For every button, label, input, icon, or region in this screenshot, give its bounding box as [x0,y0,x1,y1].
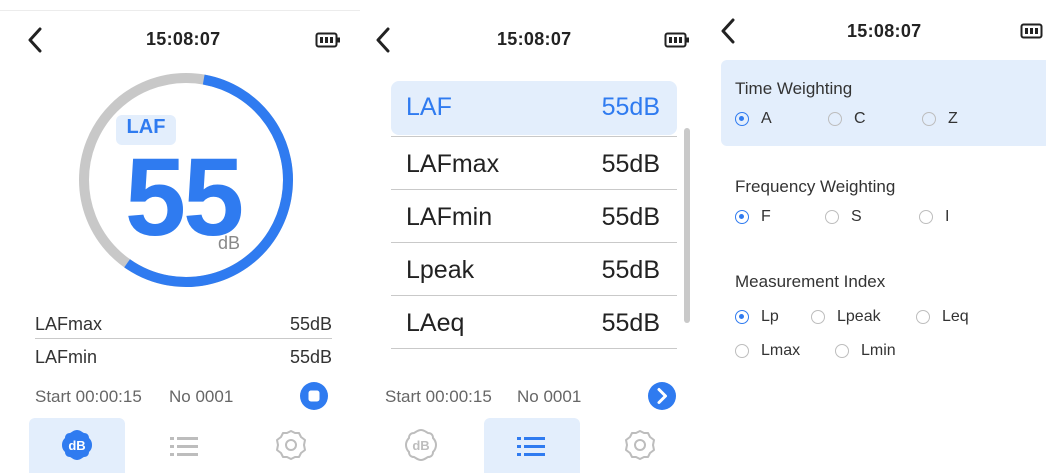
radio-i[interactable]: I [919,208,949,226]
radio-circle [916,310,930,324]
list-item-lafmax[interactable]: LAFmax 55dB [406,150,660,179]
record-number: No 0001 [169,387,234,406]
stat-label: LAFmin [35,347,98,367]
radio-lp[interactable]: Lp [735,308,779,326]
radio-lpeak[interactable]: Lpeak [811,308,881,326]
back-icon[interactable] [719,18,737,44]
stop-icon[interactable] [299,381,329,411]
chevron-right-icon[interactable] [647,381,677,411]
list-item-lpeak[interactable]: Lpeak 55dB [406,256,660,285]
radio-circle [735,112,749,126]
measurement-index-title: Measurement Index [735,272,886,291]
list-icon[interactable] [514,430,548,464]
svg-text:dB: dB [412,438,429,453]
start-time: Start 00:00:15 [35,387,142,406]
row-divider [391,189,677,190]
radio-circle [828,112,842,126]
top-divider [0,10,360,11]
radio-circle [811,310,825,324]
stat-label: LAFmax [35,314,103,334]
selected-section-bg [721,60,1046,146]
radio-circle [735,210,749,224]
radio-label: S [851,208,862,225]
stat-value: 55dB [289,347,332,367]
row-divider [391,295,677,296]
back-icon[interactable] [374,27,392,53]
list-item-value: 55dB [601,150,660,178]
radio-label: A [761,110,772,127]
radio-label: Lpeak [837,308,881,325]
radio-a[interactable]: A [735,110,772,128]
list-item-value: 55dB [601,203,660,231]
battery-icon [1020,23,1043,39]
radio-circle [835,344,849,358]
radio-leq[interactable]: Leq [916,308,969,326]
radio-z[interactable]: Z [922,110,958,128]
list-item-label: LAeq [406,309,465,337]
list-icon[interactable] [167,430,201,464]
radio-f[interactable]: F [735,208,771,226]
radio-lmin[interactable]: Lmin [835,342,896,360]
list-item-value: 55dB [601,309,660,337]
radio-label: Leq [942,308,969,325]
frequency-weighting-title: Frequency Weighting [735,177,896,196]
gear-icon[interactable] [274,428,308,462]
battery-icon [315,32,340,48]
clock-time: 15:08:07 [497,29,572,49]
radio-circle [825,210,839,224]
radio-circle [922,112,936,126]
back-icon[interactable] [26,27,44,53]
list-item-label: LAFmax [406,150,500,178]
radio-label: Lmax [761,342,801,359]
battery-icon [664,32,689,48]
list-item-label: LAF [406,93,452,121]
radio-label: Lp [761,308,779,325]
record-number: No 0001 [517,387,582,406]
row-divider [391,136,677,137]
radio-s[interactable]: S [825,208,862,226]
list-item-lafmin[interactable]: LAFmin 55dB [406,203,660,232]
row-divider [35,338,332,339]
radio-label: I [945,208,950,225]
row-divider [391,242,677,243]
list-item-laeq[interactable]: LAeq 55dB [406,309,660,338]
radio-circle [919,210,933,224]
radio-label: C [854,110,866,127]
stat-row-max: LAFmax 55dB [35,314,332,335]
list-item-value: 55dB [601,93,660,121]
clock-time: 15:08:07 [146,29,221,49]
gear-icon[interactable] [623,428,657,462]
row-divider [391,348,677,349]
radio-circle [735,344,749,358]
start-time: Start 00:00:15 [385,387,492,406]
radio-label: Lmin [861,342,896,359]
level-unit: dB [218,233,241,253]
clock-time: 15:08:07 [847,21,922,41]
list-item-value: 55dB [601,256,660,284]
stat-value: 55dB [289,314,332,334]
radio-c[interactable]: C [828,110,866,128]
list-item-label: Lpeak [406,256,475,284]
meter-screen: 15:08:07 LAF 55 dB LAFmax 55dB LAFmin 55… [0,0,360,473]
stat-row-min: LAFmin 55dB [35,347,332,368]
list-screen: 15:08:07 LAF 55dB LAFmax 55dB LAFmin 55d… [362,0,707,473]
time-weighting-title: Time Weighting [735,79,853,98]
db-icon[interactable]: dB [60,428,94,462]
radio-lmax[interactable]: Lmax [735,342,800,360]
list-item-laf[interactable]: LAF 55dB [406,93,660,122]
scrollbar[interactable] [684,128,690,323]
settings-screen: 15:08:07 Time Weighting A C Z Frequency … [707,0,1046,473]
radio-circle [735,310,749,324]
svg-text:dB: dB [68,438,85,453]
radio-label: F [761,208,771,225]
radio-label: Z [948,110,958,127]
list-item-label: LAFmin [406,203,493,231]
db-icon[interactable]: dB [404,428,438,462]
